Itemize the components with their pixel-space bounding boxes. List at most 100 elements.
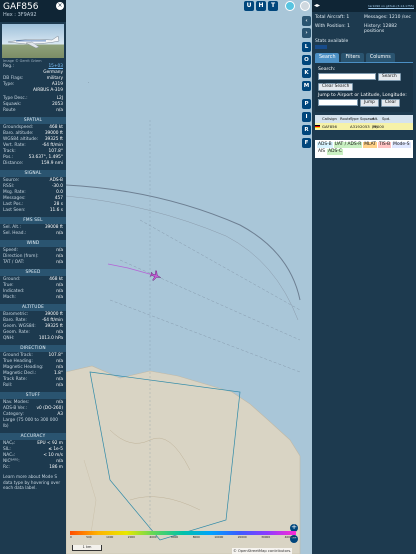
button-o[interactable]: O (302, 55, 311, 65)
button-k[interactable]: K (302, 68, 311, 78)
row-type: A319 (350, 123, 360, 129)
button-f[interactable]: F (302, 138, 311, 148)
stats-block: Total Aircraft: 1 With Position: 1 Messa… (312, 12, 416, 39)
info-row: TAT / OAT: n/a (3, 260, 63, 266)
version-link[interactable]: tar1090 on github (3.14.1755) (368, 4, 414, 8)
aircraft-info-panel: GAF856 Hex : 3F9A92 × Image © Gerrit Gri… (0, 0, 66, 554)
col-route[interactable]: Route (340, 115, 351, 123)
info-row-label: Sel. Head.: (3, 231, 27, 236)
signal-rows: Source: ADS-B RSSI: -30.0 Msg. Rate: 0.0 Messa… (0, 178, 66, 214)
legend-adsc: ADS-C (327, 148, 343, 155)
legend-mlat: MLAT (363, 141, 377, 148)
legend-modes: Mode-S (392, 141, 411, 148)
settings-toggle-icon[interactable] (300, 1, 310, 11)
model-row: AIRBUS A-319 (3, 88, 63, 94)
arrow-left-icon[interactable]: ‹ (302, 16, 311, 26)
search-label: Search: (318, 66, 336, 72)
jump-input[interactable] (318, 99, 358, 107)
col-altitude[interactable]: Alt. (ft) (372, 115, 382, 129)
map-attribution[interactable]: © OpenStreetMap contributors. (232, 548, 293, 554)
button-m[interactable]: M (302, 81, 311, 91)
route-value: n/a (56, 108, 63, 113)
row-altitude: 39000 (372, 123, 385, 129)
info-row: Last Seen: 11.6 s (3, 208, 63, 214)
section-signal: SIGNAL (0, 170, 66, 177)
arrow-right-icon[interactable]: › (302, 28, 311, 38)
route-row: Route n/a (3, 108, 63, 114)
map-place-label: · (88, 80, 90, 85)
sidebar: ◂▸ tar1090 on github (3.14.1755) Total A… (312, 0, 416, 554)
stats-link[interactable]: Stats available (312, 39, 416, 44)
section-speed: SPEED (0, 269, 66, 276)
info-row: Mach: n/a (3, 295, 63, 301)
jump-label: Jump to Airport or Latitude, Longitude: (318, 92, 407, 98)
altitude-rows: Barometric: 39000 ft Baro. Rate: -64 ft/min… (0, 312, 66, 342)
fms-rows: Sel. Alt.: 39008 ft Sel. Head.: n/a (0, 225, 66, 237)
tab-columns[interactable]: Columns (365, 52, 395, 62)
tab-search[interactable]: Search (315, 52, 340, 62)
altitude-tick-label: 30000 (261, 535, 271, 539)
model-value: AIRBUS A-319 (33, 88, 63, 93)
jump-button[interactable]: Jump (360, 98, 379, 107)
with-position: With Position: 1 (315, 24, 350, 30)
legend-uat-adsr: UAT / ADS-R (333, 141, 363, 148)
row-squawk: 2053 (360, 123, 370, 129)
altitude-tick-label: 20000 (237, 535, 247, 539)
tab-filters[interactable]: Filters (341, 52, 364, 62)
altitude-tick-label: 2000 (127, 535, 135, 539)
info-row: QNH: 1013.0 hPa (3, 336, 63, 342)
reg-label: Reg.: (3, 64, 14, 69)
info-row-value: n/a (56, 260, 63, 265)
col-type[interactable]: Type (350, 115, 360, 123)
scale-bar: 1 km (72, 545, 102, 551)
info-row-label: Roll: (3, 383, 13, 388)
col-speed[interactable]: Spd. (382, 115, 390, 123)
info-row-value: n/a (56, 295, 63, 300)
button-h[interactable]: H (256, 1, 266, 11)
callsign: GAF856 (3, 2, 39, 12)
button-l[interactable]: L (302, 42, 311, 52)
legend-ais: AIS (317, 148, 327, 155)
col-callsign[interactable]: Callsign (322, 115, 340, 123)
table-row[interactable]: GAF856 A319 2053 39000 (315, 122, 413, 130)
aircraft-photo[interactable] (2, 24, 64, 58)
col-squawk[interactable]: Squawk (360, 115, 375, 123)
button-r[interactable]: R (302, 125, 311, 135)
altitude-tick-label: 40000+ (284, 535, 296, 539)
info-row-value: 11.6 s (49, 208, 63, 213)
collapse-sidebar-icon[interactable]: ◂▸ (314, 2, 320, 9)
info-row: Distance: 159.9 nmi (3, 161, 63, 167)
layers-toggle-icon[interactable] (285, 1, 295, 11)
altitude-tick-label: 4000 (149, 535, 157, 539)
direction-rows: Ground Track: 107.8° True Heading: n/a Magne… (0, 353, 66, 389)
hex-code: Hex : 3F9A92 (3, 12, 37, 18)
info-row-label: QNH: (3, 336, 15, 341)
info-row-value: n/a (56, 383, 63, 388)
category-desc-row: Large (75 000 to 300 000 lb) (3, 418, 63, 430)
help-note: Learn more about Mode S data type by hov… (3, 474, 61, 491)
legend-tisb: TIS-B (377, 141, 392, 148)
info-row-label: Rc: (3, 465, 10, 470)
altitude-tick-label: 10000 (214, 535, 224, 539)
info-row-label: TAT / OAT: (3, 260, 25, 265)
button-p[interactable]: P (302, 99, 311, 109)
altitude-color-bar: 0 500 1000 2000 4000 6000 8000 10000 20000 30000 4… (70, 531, 296, 539)
altitude-tick-label: 0 (70, 535, 72, 539)
button-u[interactable]: U (244, 1, 254, 11)
clear-button[interactable]: Clear (380, 98, 401, 107)
close-icon[interactable]: × (56, 2, 64, 10)
clear-search-button[interactable]: Clear Search (318, 82, 354, 91)
section-spatial: SPATIAL (0, 117, 66, 124)
info-row-value: 159.9 nmi (41, 161, 63, 166)
search-input[interactable] (318, 73, 376, 81)
button-t[interactable]: T (268, 1, 278, 11)
source-legend: ADS-B UAT / ADS-R MLAT TIS-B Mode-S AIS … (315, 139, 413, 158)
info-row-label: Distance: (3, 161, 24, 166)
history-count: History: 12882 positions (364, 24, 397, 35)
section-wind: WIND (0, 240, 66, 247)
search-button[interactable]: Search (378, 72, 401, 81)
button-i[interactable]: I (302, 112, 311, 122)
info-row-value: 186 m (49, 465, 63, 470)
aircraft-table: Callsign Route Type Squawk Alt. (ft) Spd… (315, 114, 413, 130)
altitude-tick-label: 6000 (171, 535, 179, 539)
